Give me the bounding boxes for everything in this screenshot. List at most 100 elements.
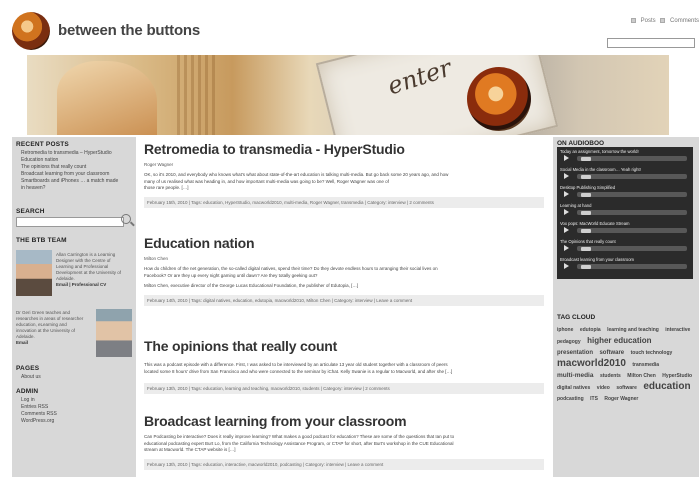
tag-link[interactable]: pedagogy — [557, 339, 581, 345]
bio-contact-links[interactable]: Email — [16, 340, 28, 345]
team-widget: THE BTB TEAM — [12, 237, 136, 246]
page-link[interactable]: About us — [21, 374, 136, 381]
audio-progress-bar[interactable] — [564, 263, 687, 269]
tag-link[interactable]: Roger Wagner — [604, 396, 638, 402]
post-meta[interactable]: February 13th, 2010 | Tags: education, i… — [144, 458, 544, 470]
play-icon[interactable] — [581, 228, 591, 233]
header: between the buttons Posts Comments — [0, 0, 700, 55]
post-title[interactable]: Education nation — [144, 235, 544, 251]
banner-hand — [57, 61, 157, 135]
play-icon[interactable] — [581, 192, 591, 197]
audio-progress-bar[interactable] — [564, 191, 687, 197]
play-icon[interactable] — [581, 264, 591, 269]
audioboo-item: Desktop Publishing Simplified — [557, 185, 693, 199]
play-icon[interactable] — [581, 156, 591, 161]
post: Retromedia to transmedia - HyperStudio R… — [144, 141, 544, 208]
recent-post-link[interactable]: in heaven? — [21, 185, 136, 192]
play-icon[interactable] — [581, 246, 591, 251]
post-meta[interactable]: February 13th, 2010 | Tags: education, l… — [144, 383, 544, 394]
audioboo-item: Today an assignment, tomorrow the world! — [557, 149, 693, 163]
tag-link[interactable]: ITS — [590, 396, 598, 402]
admin-widget: ADMIN Log in Entries RSS Comments RSS Wo… — [12, 388, 136, 425]
tag-link[interactable]: learning and teaching — [607, 327, 659, 333]
post: Broadcast learning from your classroom C… — [144, 413, 544, 470]
bio-contact-links[interactable]: Email | Professional CV — [56, 282, 106, 287]
audioboo-title[interactable]: Broadcast learning from your classroom — [560, 257, 693, 262]
play-icon[interactable] — [581, 174, 591, 179]
rss-icon — [631, 18, 636, 23]
audio-progress-bar[interactable] — [564, 245, 687, 251]
recent-post-link[interactable]: Broadcast learning from your classroom — [21, 171, 136, 178]
site-logo[interactable] — [12, 12, 50, 50]
tag-link[interactable]: software — [599, 350, 624, 356]
recent-post-link[interactable]: Smartboards and iPhones … a match made — [21, 178, 136, 185]
post-author: Milton Chen — [144, 256, 169, 261]
admin-link[interactable]: Comments RSS — [21, 411, 136, 418]
tag-cloud: iphone edutopia learning and teaching in… — [557, 323, 695, 404]
tag-link[interactable]: students — [600, 373, 621, 379]
admin-link[interactable]: Log in — [21, 397, 136, 404]
audio-progress-bar[interactable] — [564, 227, 687, 233]
admin-link[interactable]: Entries RSS — [21, 404, 136, 411]
post-meta[interactable]: February 15th, 2010 | Tags: education, H… — [144, 196, 544, 208]
audioboo-title[interactable]: Today an assignment, tomorrow the world! — [560, 149, 693, 154]
recent-post-link[interactable]: Retromedia to transmedia – HyperStudio — [21, 150, 136, 157]
audioboo-title[interactable]: Social Media in the classroom… Yeah righ… — [560, 167, 693, 172]
search-icon[interactable] — [121, 214, 131, 224]
header-search-input[interactable] — [607, 38, 695, 48]
post-title[interactable]: The opinions that really count — [144, 338, 544, 354]
tag-link[interactable]: Milton Chen — [627, 373, 656, 379]
tag-link[interactable]: presentation — [557, 350, 593, 356]
post-excerpt: Can Podcasting be interactive? Does it r… — [144, 434, 544, 454]
play-icon[interactable] — [581, 210, 591, 215]
post: Education nation Milton Chen How do chil… — [144, 235, 544, 306]
recent-posts-heading: RECENT POSTS — [16, 141, 69, 148]
team-member-photo — [16, 250, 52, 296]
post-meta[interactable]: February 14th, 2010 | Tags: digital nati… — [144, 294, 544, 306]
tag-link[interactable]: digital natives — [557, 385, 590, 391]
posts-feed-link[interactable]: Posts — [641, 18, 656, 24]
excerpt-line: located some 8 hours' drive from San Fra… — [144, 368, 453, 374]
comments-feed-link[interactable]: Comments — [670, 18, 699, 24]
recent-post-link[interactable]: Education nation — [21, 157, 136, 164]
tag-link[interactable]: higher education — [587, 336, 651, 345]
site-title[interactable]: between the buttons — [58, 22, 200, 39]
tag-link[interactable]: video — [597, 385, 610, 391]
post: The opinions that really count This was … — [144, 338, 544, 394]
feed-links: Posts Comments — [628, 18, 699, 24]
tag-link[interactable]: touch technology — [631, 350, 673, 356]
admin-heading: ADMIN — [16, 388, 39, 395]
team-heading: THE BTB TEAM — [16, 237, 67, 244]
sidebar-search-input[interactable] — [16, 217, 124, 227]
audio-progress-bar[interactable] — [564, 173, 687, 179]
audioboo-title[interactable]: The Opinions that really count — [560, 239, 693, 244]
tag-link[interactable]: edutopia — [580, 327, 601, 333]
audio-progress-bar[interactable] — [564, 209, 687, 215]
tag-link[interactable]: iphone — [557, 327, 573, 333]
audioboo-title[interactable]: Desktop Publishing Simplified — [560, 185, 693, 190]
tag-link[interactable]: multi-media — [557, 372, 593, 379]
tag-link[interactable]: interactive — [665, 327, 690, 333]
rss-icon — [660, 18, 666, 23]
post-title[interactable]: Retromedia to transmedia - HyperStudio — [144, 141, 544, 157]
tag-link[interactable]: macworld2010 — [557, 358, 626, 369]
tag-link[interactable]: HyperStudio — [662, 373, 692, 379]
admin-link[interactable]: WordPress.org — [21, 418, 136, 425]
audioboo-item: Social Media in the classroom… Yeah righ… — [557, 167, 693, 181]
recent-post-link[interactable]: The opinions that really count — [21, 164, 136, 171]
post-title[interactable]: Broadcast learning from your classroom — [144, 413, 544, 429]
team-member-photo — [96, 309, 132, 357]
audioboo-item: Broadcast learning from your classroom — [557, 257, 693, 271]
tag-link[interactable]: education — [643, 381, 690, 392]
audioboo-title[interactable]: Vox pops: MacWorld Educate Stream — [560, 221, 693, 226]
left-sidebar: RECENT POSTS Retromedia to transmedia – … — [12, 137, 136, 477]
main-content: Retromedia to transmedia - HyperStudio R… — [140, 137, 550, 477]
banner-disc — [467, 67, 531, 131]
tag-link[interactable]: transmedia — [632, 362, 659, 368]
search-heading: SEARCH — [16, 208, 45, 215]
tag-link[interactable]: software — [616, 385, 637, 391]
page: between the buttons Posts Comments enter… — [0, 0, 700, 477]
audio-progress-bar[interactable] — [564, 155, 687, 161]
audioboo-title[interactable]: Learning at hand — [560, 203, 693, 208]
tag-link[interactable]: podcasting — [557, 396, 584, 402]
